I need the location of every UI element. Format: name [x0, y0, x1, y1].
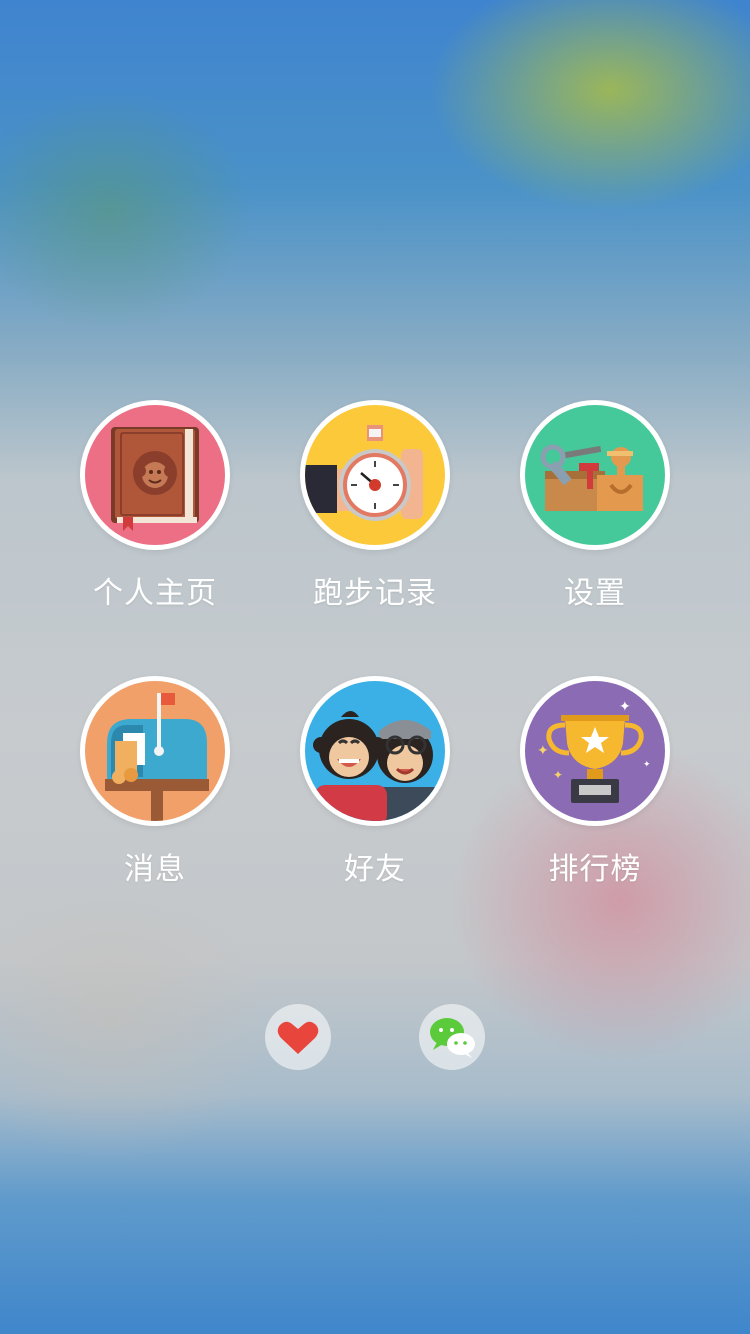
- menu-label: 跑步记录: [313, 576, 437, 611]
- monkey-friends-icon: [300, 676, 450, 826]
- heart-icon: [277, 1021, 319, 1054]
- menu-item-friends[interactable]: 好友: [265, 676, 485, 888]
- wechat-icon: [430, 1018, 475, 1058]
- menu-item-messages[interactable]: 消息: [45, 676, 265, 888]
- menu-item-running-record[interactable]: 跑步记录: [265, 400, 485, 612]
- menu-label: 设置: [564, 576, 626, 611]
- menu-label: 个人主页: [93, 576, 217, 611]
- toolbox-icon: [520, 400, 670, 550]
- stopwatch-icon: [300, 400, 450, 550]
- menu-grid: 个人主页 跑步记录 设置 消息 好友 ✦ ✦ ✦ ✦ 排行榜: [0, 0, 750, 1334]
- mailbox-icon: [80, 676, 230, 826]
- menu-label: 消息: [124, 852, 186, 887]
- menu-label: 排行榜: [548, 852, 642, 887]
- svg-text:✦: ✦: [537, 743, 549, 759]
- like-button[interactable]: [265, 1004, 331, 1070]
- profile-book-icon: [80, 400, 230, 550]
- svg-text:✦: ✦: [643, 760, 651, 770]
- svg-text:✦: ✦: [619, 699, 631, 715]
- menu-item-settings[interactable]: 设置: [485, 400, 705, 612]
- trophy-icon: ✦ ✦ ✦ ✦: [520, 676, 670, 826]
- wechat-share-button[interactable]: [419, 1004, 485, 1070]
- menu-label: 好友: [344, 852, 406, 887]
- svg-text:✦: ✦: [553, 768, 563, 782]
- menu-item-profile[interactable]: 个人主页: [45, 400, 265, 612]
- menu-item-leaderboard[interactable]: ✦ ✦ ✦ ✦ 排行榜: [485, 676, 705, 888]
